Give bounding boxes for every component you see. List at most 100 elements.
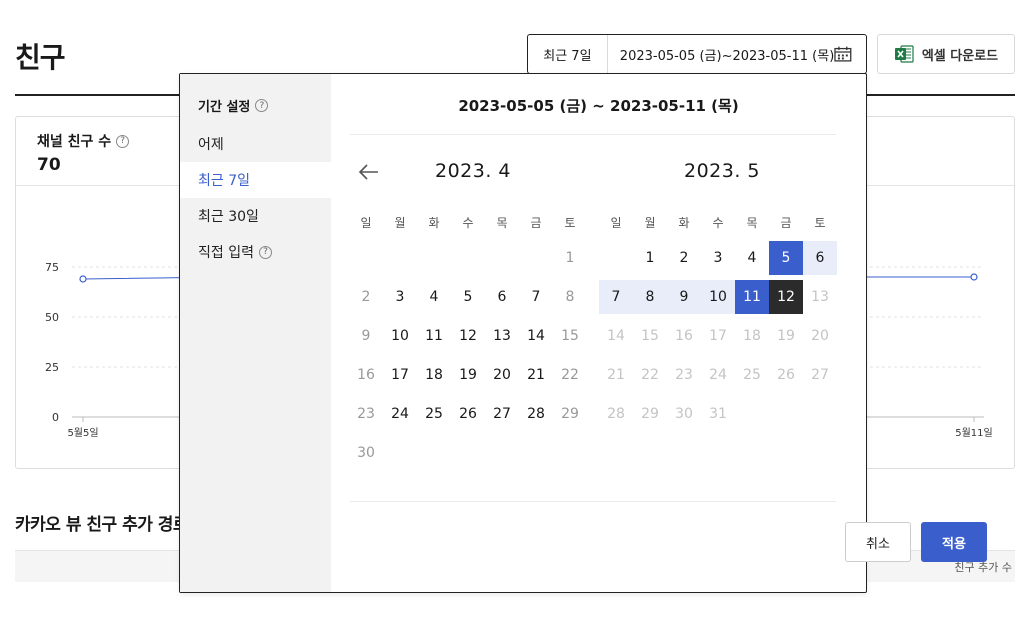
preset-label: 최근 30일 <box>198 209 259 225</box>
range-preset-label[interactable]: 최근 7일 <box>528 35 608 73</box>
calendar-day[interactable]: 16 <box>349 358 383 392</box>
weekday-label: 금 <box>530 216 542 230</box>
calendar-day[interactable]: 2 <box>349 280 383 314</box>
calendar-day[interactable]: 8 <box>633 279 667 314</box>
weekday-label: 목 <box>746 216 758 230</box>
help-icon[interactable]: ? <box>258 245 272 259</box>
week-row: 2345678 <box>349 277 587 316</box>
range-end-day[interactable]: 11 <box>735 279 769 314</box>
calendar-day: 31 <box>709 405 727 422</box>
range-start-day[interactable]: 5 <box>769 240 803 275</box>
calendar-day[interactable]: 29 <box>553 397 587 431</box>
calendar-day: 16 <box>675 327 693 344</box>
calendar-day[interactable]: 18 <box>417 358 451 392</box>
calendar-day: 17 <box>709 327 727 344</box>
calendar-day[interactable]: 28 <box>519 397 553 431</box>
weekday-label: 화 <box>428 216 440 230</box>
calendar-day[interactable]: 4 <box>735 241 769 275</box>
calendar-day[interactable]: 14 <box>519 319 553 353</box>
data-point[interactable] <box>79 275 87 283</box>
calendar-day[interactable]: 3 <box>701 241 735 275</box>
apply-button[interactable]: 적용 <box>921 522 987 562</box>
week-row: 9 10 11 12 13 14 15 <box>349 316 587 355</box>
calendar-day: 22 <box>641 366 659 383</box>
calendar-day[interactable]: 10 <box>701 279 735 314</box>
x-tick-label: 5월11일 <box>955 427 993 439</box>
panel-divider <box>350 134 836 135</box>
preset-label: 최근 7일 <box>198 173 250 189</box>
calendar-day[interactable]: 13 <box>485 319 519 353</box>
calendar-day: 13 <box>811 288 829 305</box>
calendar-day[interactable]: 6 <box>485 280 519 314</box>
data-point[interactable] <box>970 273 978 281</box>
month-title-april: 2023. 4 <box>435 160 512 182</box>
calendar-day[interactable]: 20 <box>485 358 519 392</box>
calendar-day[interactable]: 22 <box>553 358 587 392</box>
y-tick-label: 50 <box>45 311 59 324</box>
prev-month-arrow-icon[interactable] <box>358 163 380 181</box>
calendar-day[interactable]: 9 <box>667 279 701 314</box>
y-tick-label: 75 <box>45 261 59 274</box>
calendar-day[interactable]: 1 <box>553 241 587 275</box>
range-dates-label[interactable]: 2023-05-05 (금)~2023-05-11 (목) <box>608 45 834 64</box>
calendar-icon[interactable] <box>834 46 852 62</box>
week-row: 21 22 23 24 25 26 27 <box>599 355 837 394</box>
calendar-day: 26 <box>777 366 795 383</box>
calendar-day[interactable]: 5 <box>451 280 485 314</box>
calendar-day[interactable]: 30 <box>349 436 383 470</box>
panel-divider <box>350 501 836 502</box>
calendar-day[interactable]: 6 <box>803 240 837 275</box>
month-grid-april: 일 월 화 수 목 금 토 1 2 3 4 5 6 7 8 9 10 11 12 13 14 15 16 17 18 19 20 21… <box>349 214 587 472</box>
date-range-selector[interactable]: 최근 7일 2023-05-05 (금)~2023-05-11 (목) <box>527 34 867 74</box>
help-icon[interactable]: ? <box>255 99 269 112</box>
calendar-day: 15 <box>641 327 659 344</box>
calendar-day[interactable]: 27 <box>485 397 519 431</box>
calendar-day[interactable]: 9 <box>349 319 383 353</box>
calendar-day[interactable]: 7 <box>599 279 633 314</box>
calendar-day[interactable]: 23 <box>349 397 383 431</box>
week-row: 23 24 25 26 27 28 29 <box>349 394 587 433</box>
y-tick-label: 0 <box>52 411 59 424</box>
weekday-label: 수 <box>712 216 724 230</box>
period-setting-heading: 기간 설정 ? <box>198 96 269 115</box>
preset-yesterday[interactable]: 어제 <box>180 126 331 162</box>
cancel-button[interactable]: 취소 <box>845 522 911 562</box>
calendar-day[interactable]: 17 <box>383 358 417 392</box>
weekday-label: 수 <box>462 216 474 230</box>
preset-custom-input[interactable]: 직접 입력 ? <box>180 234 331 270</box>
calendar-day[interactable]: 15 <box>553 319 587 353</box>
calendar-day[interactable]: 21 <box>519 358 553 392</box>
calendar-day: 23 <box>675 366 693 383</box>
calendar-day[interactable]: 19 <box>451 358 485 392</box>
calendar-day: 27 <box>811 366 829 383</box>
y-tick-label: 25 <box>45 361 59 374</box>
calendar-day[interactable]: 10 <box>383 319 417 353</box>
preset-last-30-days[interactable]: 최근 30일 <box>180 198 331 234</box>
weekday-label: 목 <box>496 216 508 230</box>
page-title: 친구 <box>15 41 66 74</box>
calendar-day[interactable]: 4 <box>417 280 451 314</box>
calendar-day[interactable]: 24 <box>383 397 417 431</box>
calendar-day: 29 <box>641 405 659 422</box>
calendar-day[interactable]: 25 <box>417 397 451 431</box>
period-setting-label: 기간 설정 <box>198 100 251 115</box>
x-tick-label: 5월5일 <box>67 427 98 439</box>
calendar-day[interactable]: 8 <box>553 280 587 314</box>
calendar-day: 24 <box>709 366 727 383</box>
month-title-may: 2023. 5 <box>684 160 761 182</box>
excel-icon <box>894 45 914 63</box>
calendar-day[interactable]: 12 <box>451 319 485 353</box>
week-row: 30 <box>349 433 587 472</box>
calendar-day[interactable]: 1 <box>633 241 667 275</box>
preset-last-7-days[interactable]: 최근 7일 <box>180 162 331 198</box>
calendar-day[interactable]: 26 <box>451 397 485 431</box>
weekday-row: 일월화수목금토 <box>599 214 837 238</box>
weekday-label: 일 <box>360 216 372 230</box>
calendar-day[interactable]: 11 <box>417 319 451 353</box>
excel-download-button[interactable]: 엑셀 다운로드 <box>877 34 1015 74</box>
week-row: 123456 <box>599 238 837 277</box>
calendar-day[interactable]: 3 <box>383 280 417 314</box>
today-day[interactable]: 12 <box>769 279 803 314</box>
calendar-day[interactable]: 7 <box>519 280 553 314</box>
calendar-day[interactable]: 2 <box>667 241 701 275</box>
